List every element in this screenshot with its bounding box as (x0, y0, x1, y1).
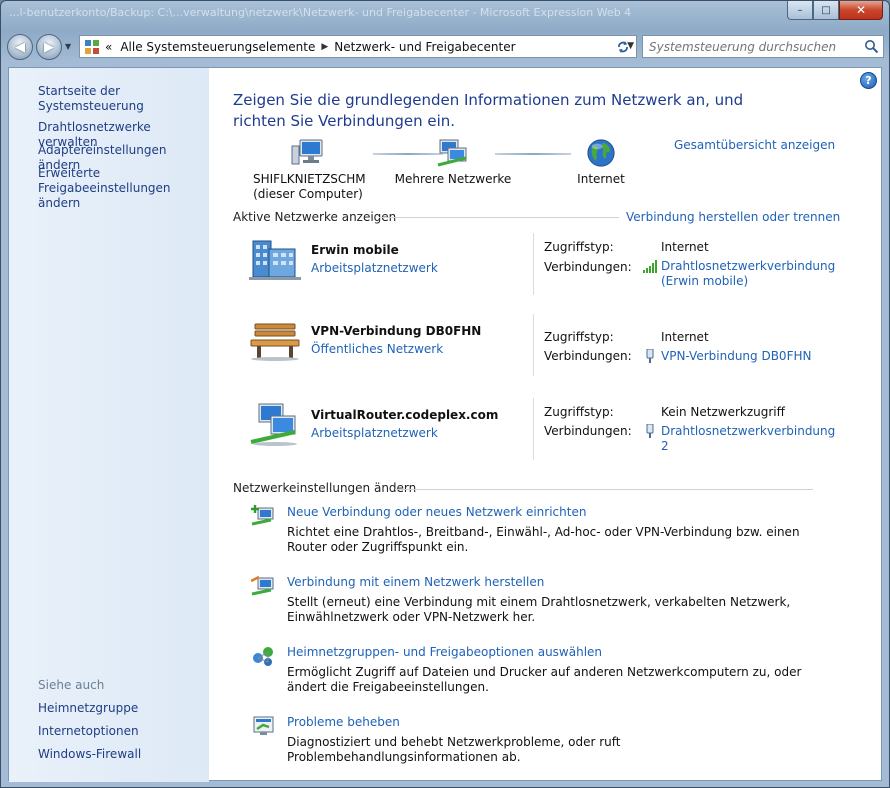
network-type-link[interactable]: Öffentliches Netzwerk (311, 342, 443, 356)
active-network: VPN-Verbindung DB0FHN Öffentliches Netzw… (233, 314, 813, 384)
task-link-troubleshoot[interactable]: Probleme beheben (287, 715, 400, 729)
map-connector (495, 153, 571, 155)
address-bar[interactable]: « Alle Systemsteuerungselemente ▶ Netzwe… (79, 35, 637, 58)
explorer-window: ...l-benutzerkonto/Backup: C:\...verwalt… (0, 0, 890, 788)
access-type-value: Internet (661, 330, 709, 344)
change-settings-title: Netzwerkeinstellungen ändern (233, 481, 417, 495)
sidebar-link-homegroup[interactable]: Heimnetzgruppe (38, 701, 138, 716)
signal-bars-icon (643, 260, 657, 273)
network-type-link[interactable]: Arbeitsplatznetzwerk (311, 261, 438, 275)
map-node-computer[interactable]: SHIFLKNIETZSCHM (dieser Computer) (253, 138, 366, 202)
park-bench-icon (250, 323, 300, 361)
main-panel: Zeigen Sie die grundlegenden Information… (233, 68, 883, 782)
sidebar-link-home[interactable]: Startseite der Systemsteuerung (38, 84, 209, 114)
section-divider (379, 217, 619, 218)
homegroup-icon (253, 647, 273, 666)
networks-label: Mehrere Netzwerke (394, 172, 512, 186)
refresh-button[interactable] (612, 35, 634, 58)
access-type-value: Kein Netzwerkzugriff (661, 405, 785, 419)
back-arrow-icon: ◀ (15, 39, 25, 55)
address-overflow[interactable]: « (101, 40, 116, 54)
connections-label: Verbindungen: (544, 349, 632, 363)
computer-sub: (dieser Computer) (253, 187, 363, 201)
connections-label: Verbindungen: (544, 424, 632, 438)
network-type-link[interactable]: Arbeitsplatznetzwerk (311, 426, 438, 440)
access-type-label: Zugriffstyp: (544, 405, 614, 419)
network-adapter-icon (646, 424, 654, 438)
access-type-label: Zugriffstyp: (544, 240, 614, 254)
task-link-new-connection[interactable]: Neue Verbindung oder neues Netzwerk einr… (287, 505, 586, 519)
network-name: Erwin mobile (311, 243, 399, 257)
section-divider (395, 489, 813, 490)
recent-pages-dropdown[interactable]: ▼ (65, 42, 75, 52)
task-description: Diagnostiziert und behebt Netzwerkproble… (287, 735, 621, 764)
connection-link[interactable]: Drahtlosnetzwerkverbindung 2 (661, 424, 835, 454)
search-icon[interactable] (864, 39, 879, 54)
see-also-title: Siehe auch (38, 678, 105, 692)
network-divider (533, 233, 534, 295)
caption-buttons: – □ ✕ (787, 1, 883, 20)
back-button[interactable]: ◀ (7, 34, 33, 60)
task-description: Ermöglicht Zugriff auf Dateien und Druck… (287, 665, 802, 694)
access-type-label: Zugriffstyp: (544, 330, 614, 344)
network-name: VPN-Verbindung DB0FHN (311, 324, 482, 338)
search-box[interactable] (642, 35, 884, 58)
troubleshoot-icon (253, 716, 274, 735)
title-bar[interactable]: ...l-benutzerkonto/Backup: C:\...verwalt… (1, 1, 889, 27)
access-type-value: Internet (661, 240, 709, 254)
task-description: Richtet eine Drahtlos-, Breitband-, Einw… (287, 525, 800, 554)
full-map-link[interactable]: Gesamtübersicht anzeigen (674, 138, 835, 152)
forward-button[interactable]: ▶ (36, 34, 62, 60)
connection-link[interactable]: Drahtlosnetzwerkverbindung (Erwin mobile… (661, 259, 835, 289)
minimize-button[interactable]: – (787, 1, 813, 20)
network-divider (533, 398, 534, 460)
breadcrumb-network-center[interactable]: Netzwerk- und Freigabecenter (330, 40, 519, 54)
globe-icon (587, 139, 615, 167)
computer-name: SHIFLKNIETZSCHM (253, 172, 366, 186)
forward-arrow-icon: ▶ (44, 39, 54, 55)
active-network: VirtualRouter.codeplex.com Arbeitsplatzn… (233, 398, 835, 468)
task-link-homegroup-options[interactable]: Heimnetzgruppen- und Freigabeoptionen au… (287, 645, 602, 659)
internet-label: Internet (577, 172, 625, 186)
task-link-connect-network[interactable]: Verbindung mit einem Netzwerk herstellen (287, 575, 544, 589)
network-name: VirtualRouter.codeplex.com (311, 408, 499, 422)
search-input[interactable] (643, 36, 853, 57)
network-computers-icon (250, 403, 297, 446)
navigation-bar: ◀ ▶ ▼ « Alle Systemsteuerungselemente ▶ … (7, 34, 884, 60)
connections-label: Verbindungen: (544, 260, 632, 274)
network-adapter-icon (646, 349, 654, 363)
connection-link[interactable]: VPN-Verbindung DB0FHN (661, 349, 811, 364)
network-divider (533, 314, 534, 376)
task-pane: Startseite der Systemsteuerung Drahtlosn… (9, 68, 209, 782)
computer-icon (291, 139, 323, 165)
page-heading: Zeigen Sie die grundlegenden Information… (233, 91, 744, 130)
active-network: Erwin mobile Arbeitsplatznetzwerk Zugrif… (233, 233, 835, 303)
content-pane: Startseite der Systemsteuerung Drahtlosn… (8, 67, 883, 782)
connect-network-icon (251, 575, 274, 596)
control-panel-icon (83, 38, 101, 56)
office-building-icon (249, 240, 301, 280)
maximize-button[interactable]: □ (813, 1, 839, 20)
close-button[interactable]: ✕ (839, 1, 883, 20)
map-node-networks[interactable]: Mehrere Netzwerke (393, 138, 513, 187)
connect-disconnect-link[interactable]: Verbindung herstellen oder trennen (626, 210, 840, 224)
sidebar-link-advanced-sharing[interactable]: Erweiterte Freigabeeinstellungen ändern (38, 166, 208, 211)
sidebar-link-windows-firewall[interactable]: Windows-Firewall (38, 747, 141, 762)
task-description: Stellt (erneut) eine Verbindung mit eine… (287, 595, 791, 624)
networks-icon (437, 139, 467, 167)
window-title: ...l-benutzerkonto/Backup: C:\...verwalt… (9, 6, 632, 19)
new-connection-icon (251, 505, 274, 526)
breadcrumb-separator-icon[interactable]: ▶ (319, 42, 330, 52)
active-networks-title: Aktive Netzwerke anzeigen (233, 210, 397, 224)
sidebar-link-internet-options[interactable]: Internetoptionen (38, 724, 139, 739)
map-node-internet[interactable]: Internet (563, 138, 639, 187)
refresh-icon (618, 40, 628, 53)
breadcrumb-all-items[interactable]: Alle Systemsteuerungselemente (116, 40, 319, 54)
